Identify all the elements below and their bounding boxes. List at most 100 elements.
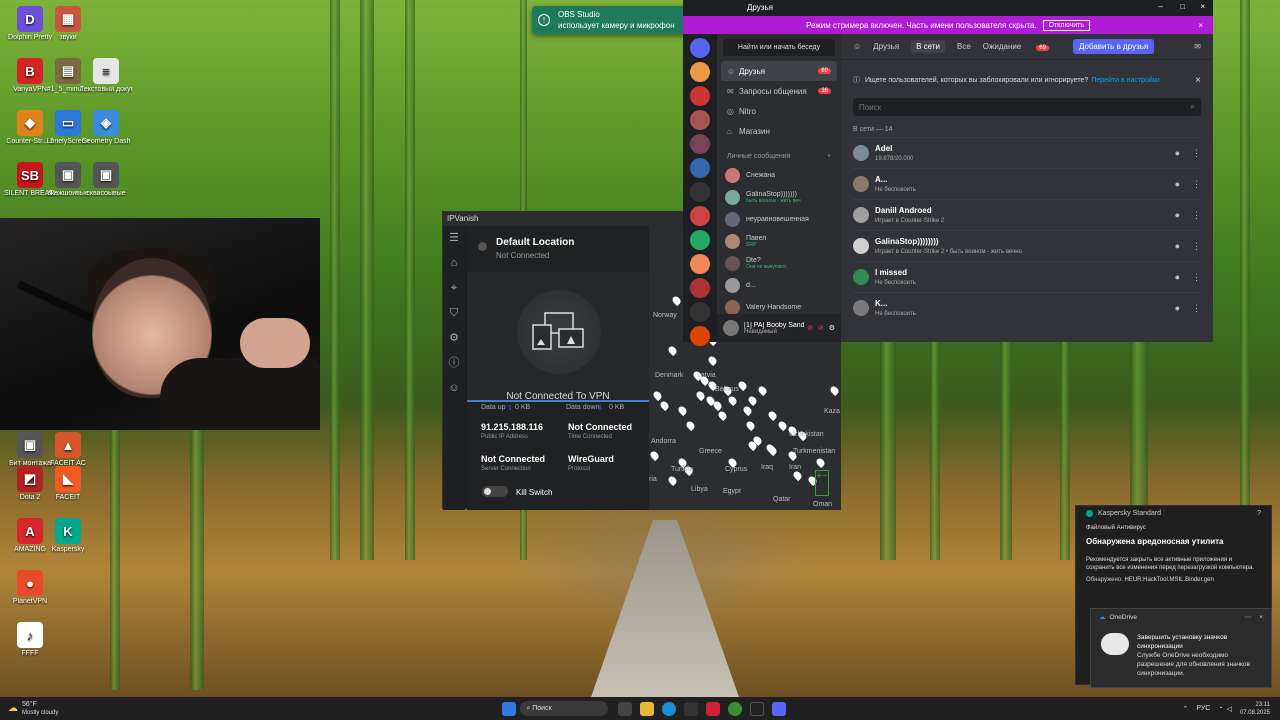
server-icon[interactable] xyxy=(690,110,710,130)
server-pin[interactable] xyxy=(694,389,707,402)
server-pin[interactable] xyxy=(814,456,827,469)
desktop-icon[interactable]: ◈ Geometry Dash xyxy=(80,110,132,145)
dm-item[interactable]: GalinaStop))))))) быть воином - жить веч xyxy=(717,186,841,208)
disable-streamer-mode-button[interactable]: Отключить xyxy=(1042,19,1090,31)
menu-icon[interactable]: ☰ xyxy=(443,226,465,251)
nav-item[interactable]: ⌂ Магазин xyxy=(721,121,837,141)
message-icon[interactable]: ● xyxy=(1175,179,1180,190)
kill-switch-toggle[interactable] xyxy=(482,486,508,497)
message-icon[interactable]: ● xyxy=(1175,148,1180,159)
mic-muted-icon[interactable]: ⊘ xyxy=(807,324,813,332)
taskbar-search[interactable]: ⌕ Поиск xyxy=(520,701,609,716)
server-icon[interactable] xyxy=(690,230,710,250)
server-icon[interactable] xyxy=(690,86,710,106)
server-pin[interactable] xyxy=(791,469,804,482)
server-icon[interactable] xyxy=(690,326,710,346)
account-icon[interactable]: ☺ xyxy=(443,376,465,401)
more-icon[interactable]: ⋮ xyxy=(1192,179,1201,190)
desktop-icon[interactable]: K Kaspersky xyxy=(42,518,94,553)
server-icon[interactable] xyxy=(690,62,710,82)
weather-icon[interactable]: ☁ xyxy=(8,703,18,714)
edge-icon[interactable] xyxy=(662,701,677,716)
server-icon[interactable] xyxy=(690,134,710,154)
discord-icon[interactable] xyxy=(772,701,787,716)
server-icon[interactable] xyxy=(690,254,710,274)
server-icon[interactable] xyxy=(690,158,710,178)
close-icon[interactable]: × xyxy=(1259,614,1263,621)
avatar[interactable] xyxy=(723,320,739,336)
app-icon[interactable] xyxy=(684,701,699,716)
server-pin[interactable] xyxy=(776,419,789,432)
desktop-icon[interactable]: ≡ Текстовый документ (2) xyxy=(80,58,132,93)
server-icon[interactable] xyxy=(690,278,710,298)
clock-time[interactable]: 23:11 xyxy=(1240,701,1270,709)
server-pin[interactable] xyxy=(756,384,769,397)
message-icon[interactable]: ● xyxy=(1175,241,1180,252)
dm-item[interactable]: неуравновешенная xyxy=(717,208,841,230)
friend-row[interactable]: A... Не беспокоить ● ⋮ xyxy=(853,168,1201,199)
desktop-icon[interactable]: ◣ FACEIT xyxy=(42,466,94,501)
server-icon[interactable] xyxy=(690,38,710,58)
help-icon[interactable]: ? xyxy=(1257,510,1261,517)
gear-icon[interactable]: ⚙ xyxy=(443,326,465,351)
friend-row[interactable]: Adel 19.878/20.000 ● ⋮ xyxy=(853,137,1201,168)
friend-row[interactable]: Daniil Androed Играет в Counter-Strike 2 ●… xyxy=(853,199,1201,230)
connect-button[interactable] xyxy=(517,290,601,374)
server-pin[interactable] xyxy=(706,354,719,367)
tab-all[interactable]: Все xyxy=(957,42,971,51)
message-icon[interactable]: ● xyxy=(1175,303,1180,314)
inbox-icon[interactable]: ✉ xyxy=(1194,42,1201,51)
close-icon[interactable]: × xyxy=(1195,75,1201,86)
find-conversation-button[interactable]: Найти или начать беседу xyxy=(723,39,835,56)
server-pin[interactable] xyxy=(666,344,679,357)
server-pin[interactable] xyxy=(666,474,679,487)
desktop-icon[interactable]: ▦ звуки xyxy=(42,6,94,41)
close-icon[interactable]: × xyxy=(1198,21,1203,30)
zoom-control[interactable]: +− xyxy=(815,470,829,496)
dm-item[interactable]: d... xyxy=(717,274,841,296)
nav-item[interactable]: ◎ Nitro xyxy=(721,101,837,121)
close-icon[interactable]: × xyxy=(1200,2,1205,11)
start-icon[interactable] xyxy=(502,701,517,716)
maximize-icon[interactable]: □ xyxy=(1180,2,1185,11)
home-icon[interactable]: ⌂ xyxy=(443,251,465,276)
server-pin[interactable] xyxy=(684,419,697,432)
more-icon[interactable]: ⋯ xyxy=(1245,613,1252,621)
server-pin[interactable] xyxy=(741,404,754,417)
server-icon[interactable] xyxy=(690,206,710,226)
server-pin[interactable] xyxy=(726,394,739,407)
desktop-icon[interactable]: ♪ FFFF xyxy=(4,622,56,657)
friend-row[interactable]: I missed Не беспокоить ● ⋮ xyxy=(853,261,1201,292)
friend-row[interactable]: GalinaStop)))))))) Играет в Counter-Strik… xyxy=(853,230,1201,261)
server-pin[interactable] xyxy=(766,444,779,457)
location-pin-icon[interactable]: ⌖ xyxy=(443,276,465,301)
server-pin[interactable] xyxy=(658,399,671,412)
minimize-icon[interactable]: – xyxy=(1159,2,1163,11)
server-pin[interactable] xyxy=(716,409,729,422)
server-pin[interactable] xyxy=(676,404,689,417)
file-explorer-icon[interactable] xyxy=(640,701,655,716)
tab-pending[interactable]: Ожидание 69 xyxy=(983,42,1061,51)
headphones-muted-icon[interactable]: ⊘ xyxy=(818,324,824,332)
task-view-icon[interactable] xyxy=(618,701,633,716)
server-icon[interactable] xyxy=(690,302,710,322)
onedrive-notification[interactable]: ☁ OneDrive ⋯ × Завершить установку значков … xyxy=(1090,608,1272,688)
dm-item[interactable]: Dte? Они не выкупают, xyxy=(717,252,841,274)
server-pin[interactable] xyxy=(651,389,664,402)
desktop-icon[interactable]: ● PlanetVPN xyxy=(4,570,56,605)
server-pin[interactable] xyxy=(711,399,724,412)
obs-icon[interactable] xyxy=(750,701,765,716)
server-pin[interactable] xyxy=(744,419,757,432)
gear-icon[interactable]: ⚙ xyxy=(829,324,835,332)
chrome-icon[interactable] xyxy=(728,701,743,716)
desktop-icon[interactable]: ▲ FACEIT AC xyxy=(42,432,94,467)
more-icon[interactable]: ⋮ xyxy=(1192,272,1201,283)
server-pin[interactable] xyxy=(828,384,841,397)
desktop-icon[interactable]: ▣ сквасоывые xyxy=(80,162,132,197)
opera-icon[interactable] xyxy=(706,701,721,716)
server-icon[interactable] xyxy=(690,182,710,202)
nav-item[interactable]: ✉ Запросы общения 36 xyxy=(721,81,837,101)
tray-overflow-icon[interactable]: ⌃ xyxy=(1182,705,1188,713)
location-title[interactable]: Default Location xyxy=(496,237,574,248)
wifi-icon[interactable]: ◔ xyxy=(1218,705,1222,712)
